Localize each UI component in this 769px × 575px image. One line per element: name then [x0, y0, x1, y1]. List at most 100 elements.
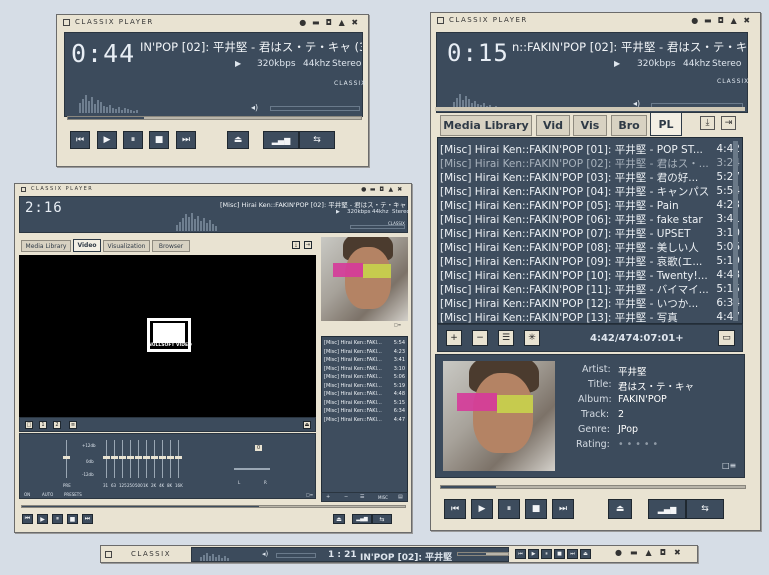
stop-button[interactable]: ■: [149, 131, 169, 149]
eq-slider-knob[interactable]: [151, 456, 158, 459]
collapse-icon[interactable]: ⇥: [721, 116, 736, 130]
album-art[interactable]: [321, 237, 408, 321]
tab-media-library[interactable]: Media Library: [440, 115, 532, 136]
playlist-row[interactable]: [Misc] Hirai Ken::FAKI... 3:41: [322, 356, 407, 365]
eq-on-label[interactable]: ON: [24, 492, 30, 497]
playlist-row[interactable]: [Misc] Hirai Ken::FAKIN'POP [08]: 平井堅 - …: [438, 240, 742, 254]
playlist-scrollbar[interactable]: [733, 141, 738, 321]
shuffle-button[interactable]: ⇆: [299, 131, 335, 149]
playlist-row[interactable]: [Misc] Hirai Ken::FAKI... 3:10: [322, 365, 407, 374]
title-bar[interactable]: CLASSIX PLAYER ● ▬ ◘ ▲ ✖: [15, 184, 411, 194]
next-button[interactable]: ⏭: [176, 131, 196, 149]
balance-slider[interactable]: [234, 468, 270, 470]
title-bar[interactable]: CLASSIX PLAYER ● ▬ ◘ ▲ ✖: [431, 13, 760, 27]
eq-slider-knob[interactable]: [103, 456, 110, 459]
eq-toggle-button[interactable]: ▂▄▆: [352, 514, 372, 524]
playlist-row[interactable]: [Misc] Hirai Ken::FAKIN'POP [06]: 平井堅 - …: [438, 212, 742, 226]
eq-slider-track[interactable]: [66, 440, 67, 478]
time-display[interactable]: 0:15: [447, 39, 509, 67]
playlist-row[interactable]: [Misc] Hirai Ken::FAKIN'POP [07]: 平井堅 - …: [438, 226, 742, 240]
minimize-icon[interactable]: ▬: [702, 16, 715, 25]
eq-slider-knob[interactable]: [119, 456, 126, 459]
shuffle-button[interactable]: ⇆: [686, 499, 724, 519]
minimize-icon[interactable]: ▬: [369, 186, 378, 193]
prev-button[interactable]: ⏮: [70, 131, 90, 149]
eq-menu-icon[interactable]: □≡: [306, 492, 313, 497]
minimize-icon[interactable]: ▬: [630, 548, 638, 557]
title-bar[interactable]: CLASSIX PLAYER ● ▬ ◘ ▲ ✖: [57, 15, 368, 29]
next-button[interactable]: ⏭: [567, 549, 578, 559]
seek-bar[interactable]: [440, 485, 746, 489]
info-menu-icon[interactable]: □≡: [722, 461, 736, 470]
eq-slider-track[interactable]: [138, 440, 139, 478]
stop-button[interactable]: ■: [554, 549, 565, 559]
tab-media-library[interactable]: Media Library: [21, 240, 71, 252]
playlist-row[interactable]: [Misc] Hirai Ken::FAKI... 4:48: [322, 390, 407, 399]
playlist-row[interactable]: [Misc] Hirai Ken::FAKIN'POP [03]: 平井堅 - …: [438, 170, 742, 184]
menu-icon[interactable]: [21, 186, 26, 192]
play-button[interactable]: ▶: [528, 549, 539, 559]
time-display[interactable]: 2:16: [25, 200, 63, 216]
next-button[interactable]: ⏭: [552, 499, 574, 519]
volume-icon[interactable]: ◂): [262, 550, 268, 558]
eq-presets-label[interactable]: PRESETS: [64, 492, 82, 497]
mini-remove-button[interactable]: −: [344, 494, 348, 500]
close-icon[interactable]: ✖: [396, 186, 405, 193]
volume-icon[interactable]: ◂): [251, 103, 258, 112]
eject-button[interactable]: ⏏: [333, 514, 345, 524]
close-icon[interactable]: ✖: [741, 16, 754, 25]
size-1x-button[interactable]: 1: [39, 421, 47, 429]
minimize-icon[interactable]: ▬: [310, 18, 323, 27]
eq-slider-knob[interactable]: [175, 456, 182, 459]
menu-icon[interactable]: [437, 16, 444, 24]
playlist-row[interactable]: [Misc] Hirai Ken::FAKI... 5:06: [322, 373, 407, 382]
eq-slider-track[interactable]: [122, 440, 123, 478]
fullscreen-button[interactable]: □: [25, 421, 33, 429]
time-display[interactable]: 0:44: [71, 39, 135, 68]
eject-button[interactable]: ⏏: [227, 131, 249, 149]
close-icon[interactable]: ✖: [349, 18, 362, 27]
shade-icon[interactable]: ▲: [646, 548, 652, 557]
playlist-row[interactable]: [Misc] Hirai Ken::FAKIN'POP [10]: 平井堅 - …: [438, 268, 742, 282]
tab-browser[interactable]: Bro: [611, 115, 647, 136]
playlist-row[interactable]: [Misc] Hirai Ken::FAKI... 4:23: [322, 348, 407, 357]
eq-slider-track[interactable]: [106, 440, 107, 478]
eq-slider-track[interactable]: [154, 440, 155, 478]
playlist-row[interactable]: [Misc] Hirai Ken::FAKI... 6:34: [322, 407, 407, 416]
playlist-row[interactable]: [Misc] Hirai Ken::FAKIN'POP [12]: 平井堅 - …: [438, 296, 742, 310]
play-button[interactable]: ▶: [97, 131, 117, 149]
volume-slider[interactable]: [276, 553, 316, 558]
shuffle-button[interactable]: ⇆: [372, 514, 392, 524]
eq-slider-track[interactable]: [146, 440, 147, 478]
album-art[interactable]: [443, 361, 555, 471]
menu-icon[interactable]: [105, 550, 112, 558]
eq-counter[interactable]: 0: [255, 445, 263, 451]
eq-toggle-button[interactable]: ▂▄▆: [263, 131, 299, 149]
eq-toggle-button[interactable]: ▂▄▆: [648, 499, 686, 519]
playlist-row[interactable]: [Misc] Hirai Ken::FAKIN'POP [11]: 平井堅 - …: [438, 282, 742, 296]
pause-button[interactable]: ⏸: [541, 549, 552, 559]
eq-slider-track[interactable]: [130, 440, 131, 478]
next-button[interactable]: ⏭: [82, 514, 93, 524]
prev-button[interactable]: ⏮: [515, 549, 526, 559]
playlist-row[interactable]: [Misc] Hirai Ken::FAKIN'POP [05]: 平井堅 - …: [438, 198, 742, 212]
tab-playlist[interactable]: PL: [650, 112, 682, 136]
volume-slider[interactable]: [350, 225, 405, 229]
stop-button[interactable]: ■: [67, 514, 78, 524]
playlist-row[interactable]: [Misc] Hirai Ken::FAKI... 5:15: [322, 399, 407, 408]
eq-slider-track[interactable]: [162, 440, 163, 478]
select-button[interactable]: ☰: [498, 330, 514, 346]
prev-button[interactable]: ⏮: [444, 499, 466, 519]
maximize-icon[interactable]: ◘: [715, 16, 728, 25]
pause-button[interactable]: ⏸: [498, 499, 520, 519]
mini-misc-button[interactable]: MISC: [378, 495, 388, 500]
playlist-row[interactable]: [Misc] Hirai Ken::FAKIN'POP [09]: 平井堅 - …: [438, 254, 742, 268]
playlist-row[interactable]: [Misc] Hirai Ken::FAKI... 4:47: [322, 416, 407, 425]
dot-icon[interactable]: ●: [615, 548, 622, 557]
size-2x-button[interactable]: 2: [53, 421, 61, 429]
tab-browser[interactable]: Browser: [152, 240, 190, 252]
seek-bar[interactable]: [21, 505, 406, 508]
tab-visualization[interactable]: Visualization: [103, 240, 150, 252]
play-button[interactable]: ▶: [37, 514, 48, 524]
misc-button[interactable]: ✳: [524, 330, 540, 346]
